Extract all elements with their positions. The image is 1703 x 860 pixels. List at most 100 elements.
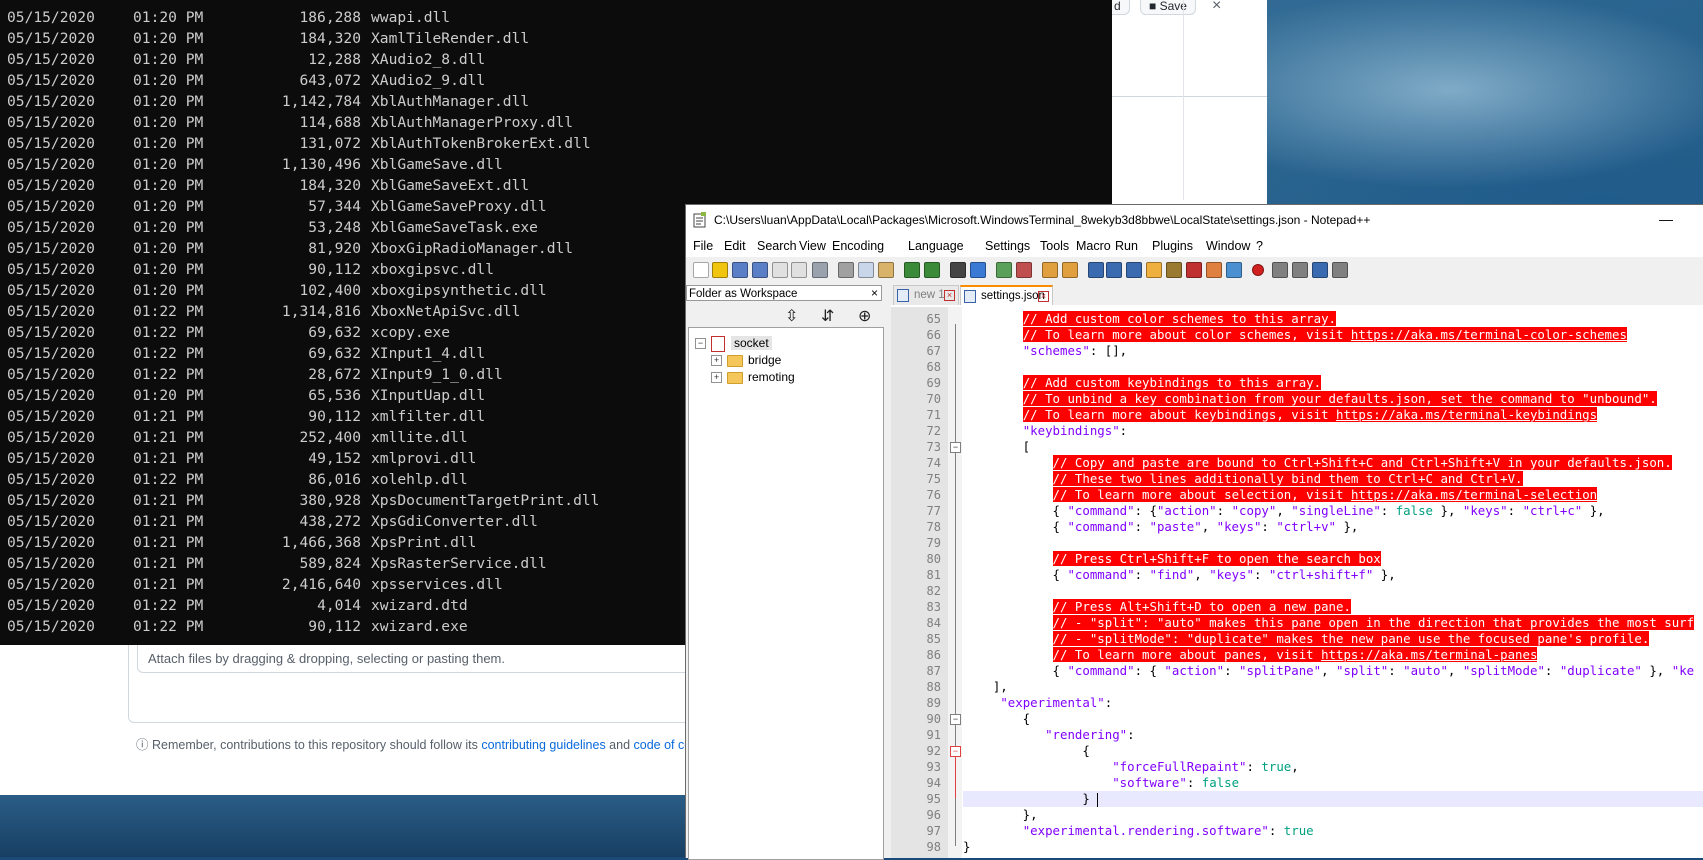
gh-contribution-note: ⓘ Remember, contributions to this reposi… [136, 734, 698, 753]
fold-margin[interactable]: − − − [948, 307, 962, 858]
file-date: 05/15/2020 [7, 576, 95, 593]
npp-title-bar[interactable]: C:\Users\luan\AppData\Local\Packages\Mic… [686, 205, 1703, 235]
menu-macro[interactable]: Macro [1076, 239, 1111, 253]
tab-close-icon[interactable]: × [944, 290, 955, 301]
terminal-line: 05/15/2020 01:20 PM 90,112 xboxgipsvc.dll [7, 259, 494, 280]
collapse-all-icon[interactable]: ⇳ [785, 306, 798, 326]
paste-icon[interactable] [878, 262, 894, 278]
monitor-icon[interactable] [1226, 262, 1242, 278]
code-editor[interactable]: // Add custom color schemes to this arra… [963, 307, 1703, 858]
code-line: // - "split": "auto" makes this pane ope… [1052, 615, 1695, 630]
code-line: [ [963, 439, 1031, 454]
run-macro-multiple-icon[interactable] [1312, 262, 1328, 278]
close-all-icon[interactable] [791, 262, 807, 278]
terminal-line: 05/15/2020 01:20 PM 57,344 XblGameSaveProxy… [7, 196, 547, 217]
tree-item-remoting[interactable]: + remoting [711, 369, 795, 386]
menu-search[interactable]: Search [757, 239, 797, 253]
file-time: 01:21 PM [133, 429, 204, 446]
function-list-icon[interactable] [1186, 262, 1202, 278]
file-time: 01:20 PM [133, 177, 204, 194]
fold-toggle-icon[interactable]: − [950, 714, 961, 725]
menu-plugins[interactable]: Plugins [1152, 239, 1193, 253]
file-time: 01:20 PM [133, 282, 204, 299]
sync-h-icon[interactable] [1062, 262, 1078, 278]
code-line: ], [963, 679, 1008, 694]
menu-encoding[interactable]: Encoding [832, 239, 884, 253]
line-number: 83 [926, 600, 941, 614]
print-icon[interactable] [812, 262, 828, 278]
code-line: // Press Alt+Shift+D to open a new pane. [1052, 599, 1351, 614]
cut-icon[interactable] [838, 262, 854, 278]
sync-v-icon[interactable] [1042, 262, 1058, 278]
gh-sidebar-divider [1183, 0, 1184, 200]
fold-toggle-icon[interactable]: − [950, 442, 961, 453]
terminal-line: 05/15/2020 01:20 PM 81,920 XboxGipRadioMana… [7, 238, 573, 259]
file-date: 05/15/2020 [7, 240, 95, 257]
zoom-in-icon[interactable] [996, 262, 1012, 278]
file-name: XInputUap.dll [371, 387, 486, 404]
save-icon[interactable] [732, 262, 748, 278]
gh-save-button[interactable]: ■ Save [1140, 0, 1196, 15]
menu-file[interactable]: File [693, 239, 713, 253]
udl-icon[interactable] [1146, 262, 1162, 278]
terminal-line: 05/15/2020 01:20 PM 186,288 wwapi.dll [7, 7, 450, 28]
menu-view[interactable]: View [799, 239, 826, 253]
menu-help[interactable]: ? [1256, 239, 1263, 253]
tree-item-bridge[interactable]: + bridge [711, 352, 781, 369]
undo-icon[interactable] [904, 262, 920, 278]
expand-icon[interactable]: + [711, 355, 722, 367]
file-date: 05/15/2020 [7, 135, 95, 152]
file-name: wwapi.dll [371, 9, 451, 26]
terminal-line: 05/15/2020 01:20 PM 12,288 XAudio2_8.dll [7, 49, 485, 70]
contributing-guidelines-link[interactable]: contributing guidelines [481, 738, 605, 752]
menu-settings[interactable]: Settings [985, 239, 1030, 253]
gh-attach-files-bar[interactable]: Attach files by dragging & dropping, sel… [137, 643, 697, 673]
menu-edit[interactable]: Edit [724, 239, 746, 253]
show-all-chars-icon[interactable] [1106, 262, 1122, 278]
play-macro-icon[interactable] [1292, 262, 1308, 278]
tab-settings-json[interactable]: settings.json × [960, 285, 1053, 305]
doc-map-icon[interactable] [1166, 262, 1182, 278]
line-number: 80 [926, 552, 941, 566]
file-size: 69,632 [308, 345, 361, 362]
copy-icon[interactable] [858, 262, 874, 278]
folder-panel-close-icon[interactable]: × [871, 286, 878, 300]
record-macro-icon[interactable] [1252, 264, 1264, 276]
locate-file-icon[interactable]: ⊕ [858, 306, 871, 326]
tab-close-icon[interactable]: × [1038, 291, 1049, 302]
new-file-icon[interactable] [693, 262, 709, 278]
gh-close-icon[interactable]: × [1212, 0, 1221, 14]
word-wrap-icon[interactable] [1088, 262, 1104, 278]
code-line: "software": false [1112, 775, 1240, 790]
save-macro-icon[interactable] [1332, 262, 1348, 278]
open-file-icon[interactable] [712, 262, 728, 278]
collapse-icon[interactable]: − [695, 338, 706, 350]
file-time: 01:20 PM [133, 156, 204, 173]
tab-new-1[interactable]: new 1 × [893, 285, 959, 305]
redo-icon[interactable] [924, 262, 940, 278]
code-line: { "command": {"action": "copy", "singleL… [963, 503, 1605, 518]
stop-macro-icon[interactable] [1272, 262, 1288, 278]
file-size: 90,112 [308, 261, 361, 278]
tree-item-socket[interactable]: − socket [695, 335, 772, 352]
indent-guide-icon[interactable] [1126, 262, 1142, 278]
save-all-icon[interactable] [752, 262, 768, 278]
terminal-line: 05/15/2020 01:21 PM 380,928 XpsDocumentTarg… [7, 490, 599, 511]
menu-language[interactable]: Language [908, 239, 964, 253]
file-date: 05/15/2020 [7, 618, 95, 635]
menu-run[interactable]: Run [1115, 239, 1138, 253]
menu-window[interactable]: Window [1206, 239, 1250, 253]
file-name: XboxGipRadioManager.dll [371, 240, 574, 257]
folder-workspace-icon[interactable] [1206, 262, 1222, 278]
file-name: XblAuthTokenBrokerExt.dll [371, 135, 591, 152]
file-size: 90,112 [308, 618, 361, 635]
file-size: 1,466,368 [281, 534, 361, 551]
menu-tools[interactable]: Tools [1040, 239, 1069, 253]
expand-all-icon[interactable]: ⇵ [821, 306, 834, 326]
replace-icon[interactable] [970, 262, 986, 278]
close-icon[interactable] [772, 262, 788, 278]
expand-icon[interactable]: + [711, 372, 722, 384]
find-icon[interactable] [950, 262, 966, 278]
minimize-button[interactable]: — [1653, 207, 1679, 233]
zoom-out-icon[interactable] [1016, 262, 1032, 278]
